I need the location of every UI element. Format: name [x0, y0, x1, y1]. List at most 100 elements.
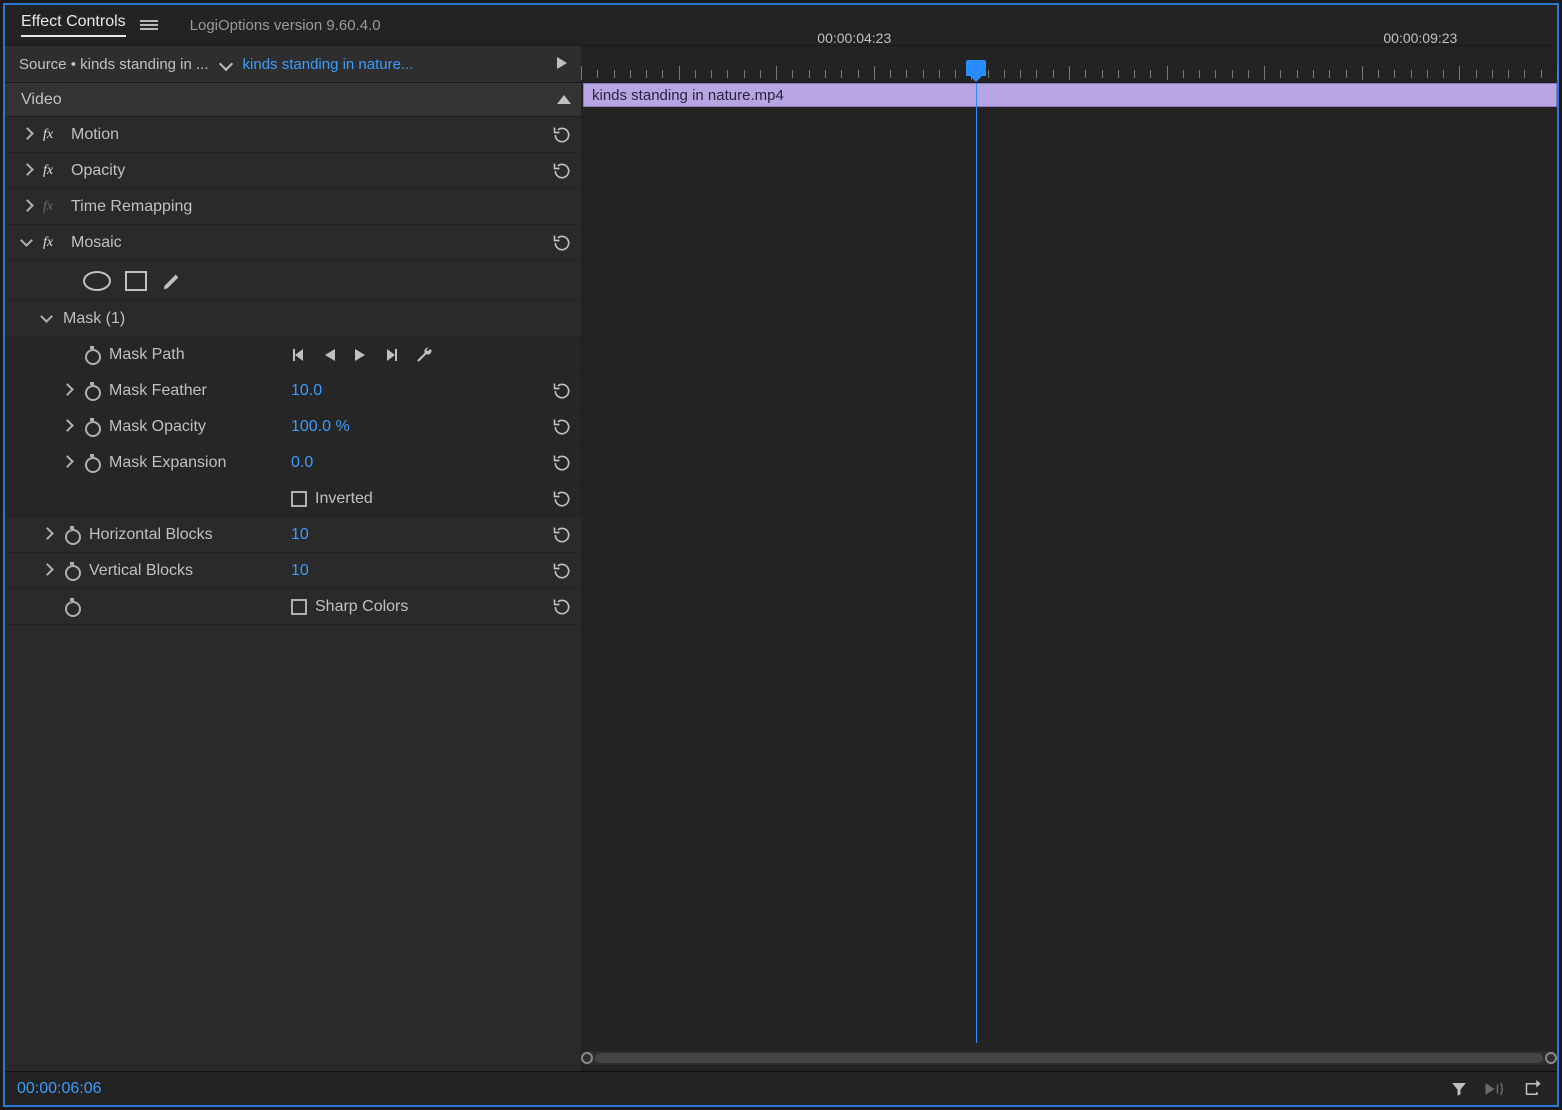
video-section-label: Video	[21, 91, 62, 109]
step-back-button[interactable]	[323, 347, 337, 363]
pen-mask-tool[interactable]	[161, 270, 183, 292]
stopwatch-icon[interactable]	[83, 454, 101, 472]
scroll-cap-left[interactable]	[581, 1052, 593, 1064]
hblocks-value[interactable]: 10	[291, 526, 309, 544]
panel-menu-icon[interactable]	[140, 18, 158, 32]
tab-bar: Effect Controls LogiOptions version 9.60…	[5, 5, 1557, 45]
sharp-colors-label: Sharp Colors	[315, 598, 408, 616]
panel-footer: 00:00:06:06	[5, 1071, 1557, 1105]
source-header-row: Source • kinds standing in ... kinds sta…	[5, 45, 1557, 83]
wrench-icon[interactable]	[415, 346, 433, 364]
twirl-icon[interactable]	[21, 128, 35, 142]
reset-button[interactable]	[551, 381, 573, 401]
sequence-link[interactable]: kinds standing in nature...	[243, 56, 414, 73]
effect-timeremap-row[interactable]: fx Time Remapping	[5, 189, 581, 225]
mask-label: Mask (1)	[63, 310, 125, 328]
play-only-button[interactable]	[553, 54, 573, 74]
playhead-line[interactable]	[976, 83, 977, 1043]
effect-motion-label: Motion	[71, 126, 119, 144]
clip-bar[interactable]: kinds standing in nature.mp4	[583, 83, 1557, 107]
timeline-ruler[interactable]: 00:00:04:23 00:00:09:23	[581, 46, 1557, 82]
next-keyframe-button[interactable]	[383, 347, 399, 363]
reset-button[interactable]	[551, 125, 573, 145]
reset-button[interactable]	[551, 417, 573, 437]
twirl-icon[interactable]	[21, 164, 35, 178]
twirl-icon[interactable]	[21, 200, 35, 214]
rectangle-mask-tool[interactable]	[125, 271, 147, 291]
play-audio-icon[interactable]	[1483, 1080, 1509, 1098]
sharp-colors-row[interactable]: Sharp Colors	[5, 589, 581, 625]
twirl-icon[interactable]	[61, 420, 75, 434]
version-label: LogiOptions version 9.60.4.0	[190, 17, 381, 34]
source-label: Source • kinds standing in ...	[19, 56, 209, 73]
stopwatch-icon[interactable]	[83, 346, 101, 364]
twirl-icon[interactable]	[61, 456, 75, 470]
vblocks-label: Vertical Blocks	[89, 562, 193, 580]
stopwatch-icon[interactable]	[63, 562, 81, 580]
mask-opacity-row[interactable]: Mask Opacity 100.0 %	[5, 409, 581, 445]
mask-feather-value[interactable]: 10.0	[291, 382, 322, 400]
mask-opacity-label: Mask Opacity	[109, 418, 206, 436]
prev-keyframe-button[interactable]	[291, 347, 307, 363]
source-header-left: Source • kinds standing in ... kinds sta…	[5, 46, 581, 82]
twirl-icon[interactable]	[21, 236, 35, 250]
scroll-cap-right[interactable]	[1545, 1052, 1557, 1064]
reset-button[interactable]	[551, 561, 573, 581]
stopwatch-icon[interactable]	[63, 526, 81, 544]
effect-mosaic-row[interactable]: fx Mosaic	[5, 225, 581, 261]
ellipse-mask-tool[interactable]	[83, 271, 111, 291]
mask-shape-tools-row	[5, 261, 581, 301]
fx-badge-icon[interactable]: fx	[43, 127, 67, 143]
tab-effect-controls[interactable]: Effect Controls	[21, 13, 126, 37]
twirl-icon[interactable]	[41, 312, 55, 326]
scroll-thumb[interactable]	[595, 1053, 1543, 1063]
reset-button[interactable]	[551, 597, 573, 617]
hblocks-row[interactable]: Horizontal Blocks 10	[5, 517, 581, 553]
vblocks-row[interactable]: Vertical Blocks 10	[5, 553, 581, 589]
reset-button[interactable]	[551, 489, 573, 509]
inverted-checkbox[interactable]	[291, 491, 307, 507]
timeline-column: kinds standing in nature.mp4	[581, 83, 1557, 1071]
mask-opacity-value[interactable]: 100.0 %	[291, 418, 350, 436]
hblocks-label: Horizontal Blocks	[89, 526, 213, 544]
effect-motion-row[interactable]: fx Motion	[5, 117, 581, 153]
fx-badge-icon[interactable]: fx	[43, 199, 67, 215]
timecode-label-1: 00:00:04:23	[817, 30, 891, 46]
effect-opacity-row[interactable]: fx Opacity	[5, 153, 581, 189]
mask-row[interactable]: Mask (1)	[5, 301, 581, 337]
horizontal-scrollbar[interactable]	[581, 1051, 1557, 1065]
reset-button[interactable]	[551, 233, 573, 253]
stopwatch-icon[interactable]	[63, 598, 81, 616]
stopwatch-icon[interactable]	[83, 382, 101, 400]
reset-button[interactable]	[551, 525, 573, 545]
mask-inverted-row[interactable]: Inverted	[5, 481, 581, 517]
reset-button[interactable]	[551, 453, 573, 473]
twirl-icon[interactable]	[61, 384, 75, 398]
mask-expansion-value[interactable]: 0.0	[291, 454, 313, 472]
current-timecode[interactable]: 00:00:06:06	[17, 1080, 102, 1098]
reset-button[interactable]	[551, 161, 573, 181]
effect-timeremap-label: Time Remapping	[71, 198, 192, 216]
export-icon[interactable]	[1523, 1080, 1545, 1098]
mask-path-row[interactable]: Mask Path	[5, 337, 581, 373]
keyframe-nav-controls	[291, 346, 433, 364]
mask-feather-row[interactable]: Mask Feather 10.0	[5, 373, 581, 409]
timecode-label-2: 00:00:09:23	[1383, 30, 1457, 46]
mask-expansion-row[interactable]: Mask Expansion 0.0	[5, 445, 581, 481]
vblocks-value[interactable]: 10	[291, 562, 309, 580]
twirl-icon[interactable]	[41, 564, 55, 578]
inverted-label: Inverted	[315, 490, 373, 508]
chevron-down-icon[interactable]	[219, 57, 233, 71]
filter-icon[interactable]	[1449, 1080, 1469, 1098]
stopwatch-icon[interactable]	[83, 418, 101, 436]
play-button[interactable]	[353, 347, 367, 363]
fx-badge-icon[interactable]: fx	[43, 163, 67, 179]
fx-badge-icon[interactable]: fx	[43, 235, 67, 251]
sharp-colors-checkbox[interactable]	[291, 599, 307, 615]
video-section-header[interactable]: Video	[5, 83, 581, 117]
playhead-marker[interactable]	[966, 60, 986, 76]
twirl-icon[interactable]	[41, 528, 55, 542]
mask-expansion-label: Mask Expansion	[109, 454, 226, 472]
effect-mosaic-label: Mosaic	[71, 234, 122, 252]
collapse-up-icon[interactable]	[557, 95, 571, 104]
